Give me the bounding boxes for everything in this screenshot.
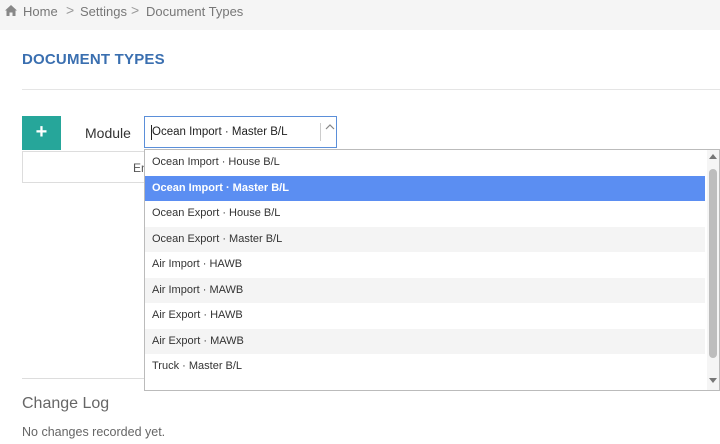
changelog-divider bbox=[22, 378, 144, 379]
changelog-title: Change Log bbox=[22, 395, 110, 412]
add-button[interactable]: + bbox=[22, 116, 61, 150]
chevron-up-icon[interactable] bbox=[325, 123, 335, 133]
dropdown-option[interactable]: Truck · Master B/L bbox=[145, 354, 705, 380]
dropdown-option[interactable]: Ocean Export · House B/L bbox=[145, 201, 705, 227]
scroll-up-icon[interactable] bbox=[709, 152, 717, 161]
dropdown-option[interactable]: Ocean Import · House B/L bbox=[145, 150, 705, 176]
scrollbar-thumb[interactable] bbox=[709, 169, 717, 358]
text-caret bbox=[151, 125, 152, 140]
module-label: Module bbox=[85, 125, 131, 141]
chevron-right-icon: > bbox=[131, 2, 140, 18]
plus-icon: + bbox=[35, 121, 48, 143]
breadcrumb-settings[interactable]: Settings bbox=[80, 4, 127, 19]
dropdown-option[interactable]: Air Import · HAWB bbox=[145, 252, 705, 278]
breadcrumb: Home > Settings > Document Types bbox=[0, 0, 720, 30]
dropdown-option[interactable]: Ocean Export · Master B/L bbox=[145, 226, 705, 252]
dropdown-option[interactable]: Air Export · MAWB bbox=[145, 328, 705, 354]
dropdown-option[interactable]: Air Export · HAWB bbox=[145, 303, 705, 329]
module-select[interactable]: Ocean Import · Master B/L bbox=[144, 116, 337, 148]
dropdown-scrollbar[interactable] bbox=[707, 150, 719, 390]
changelog-empty-text: No changes recorded yet. bbox=[22, 425, 166, 439]
breadcrumb-home[interactable]: Home bbox=[23, 4, 58, 19]
home-icon[interactable] bbox=[4, 4, 18, 20]
select-divider bbox=[320, 123, 321, 141]
page-title: DOCUMENT TYPES bbox=[22, 51, 165, 68]
title-divider bbox=[22, 89, 720, 90]
table-header: En bbox=[22, 151, 148, 183]
dropdown-option-selected[interactable]: Ocean Import · Master B/L bbox=[145, 175, 705, 201]
breadcrumb-document-types: Document Types bbox=[146, 4, 244, 19]
module-dropdown-list[interactable]: Ocean Import · House B/L Ocean Import · … bbox=[144, 149, 720, 391]
scroll-down-icon[interactable] bbox=[709, 377, 717, 386]
chevron-right-icon: > bbox=[66, 2, 75, 18]
module-select-value[interactable]: Ocean Import · Master B/L bbox=[152, 126, 288, 138]
dropdown-option[interactable]: Air Import · MAWB bbox=[145, 277, 705, 303]
